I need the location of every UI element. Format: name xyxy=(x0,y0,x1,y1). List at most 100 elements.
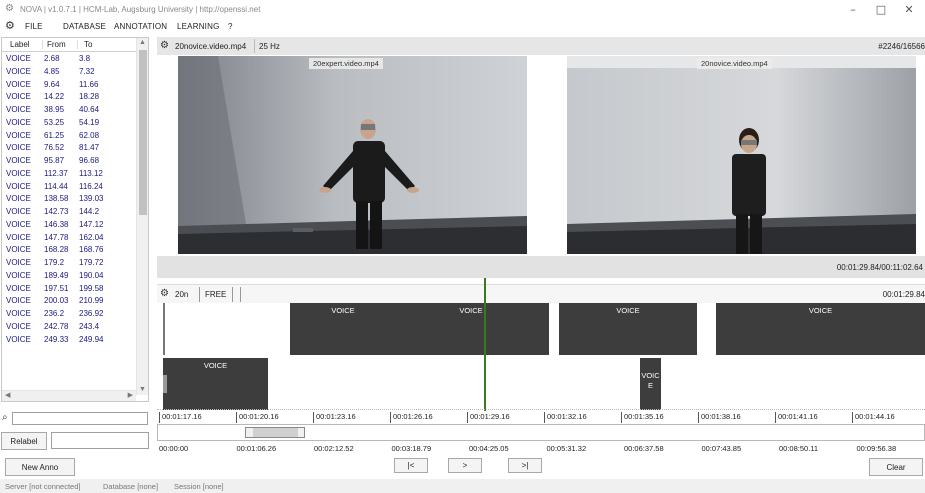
list-item[interactable]: VOICE 249.33 249.94 xyxy=(2,334,136,347)
list-item[interactable]: VOICE 197.51 199.58 xyxy=(2,283,136,296)
list-item[interactable]: VOICE 53.25 54.19 xyxy=(2,117,136,130)
list-item[interactable]: VOICE 4.85 7.32 xyxy=(2,66,136,79)
close-button[interactable]: ✕ xyxy=(896,1,922,18)
list-item[interactable]: VOICE 242.78 243.4 xyxy=(2,321,136,334)
list-item[interactable]: VOICE 168.28 168.76 xyxy=(2,244,136,257)
settings-gear-icon[interactable]: ⚙ xyxy=(5,20,15,33)
list-item[interactable]: VOICE 38.95 40.64 xyxy=(2,104,136,117)
ruler-tick-label: 00:01:20.16 xyxy=(236,412,279,423)
list-item[interactable]: VOICE 146.38 147.12 xyxy=(2,219,136,232)
annotation-to: 236.92 xyxy=(79,309,104,318)
list-item[interactable]: VOICE 189.49 190.04 xyxy=(2,270,136,283)
relabel-button[interactable]: Relabel xyxy=(1,432,47,450)
media-settings-gear-icon[interactable]: ⚙ xyxy=(160,39,169,52)
jump-end-button[interactable]: >| xyxy=(508,458,542,473)
overview-tick-label: 00:06:37.58 xyxy=(624,444,664,453)
list-item[interactable]: VOICE 76.52 81.47 xyxy=(2,142,136,155)
menu-help[interactable]: ? xyxy=(228,22,233,31)
annotation-from: 197.51 xyxy=(44,283,69,293)
menu-database[interactable]: DATABASE xyxy=(63,22,106,31)
list-item[interactable]: VOICE 14.22 18.28 xyxy=(2,91,136,104)
annotation-label: VOICE xyxy=(6,334,31,344)
tier-settings-gear-icon[interactable]: ⚙ xyxy=(160,287,169,300)
annotation-list[interactable]: Label From To VOICE 2.68 3.8 VOICE 4.85 7.32 V… xyxy=(1,37,149,402)
clear-button[interactable]: Clear xyxy=(869,458,923,476)
annotation-to: 54.19 xyxy=(79,117,100,127)
annotation-from: 61.25 xyxy=(44,130,65,140)
annotation-from: 38.95 xyxy=(44,105,65,114)
timeline-overview[interactable] xyxy=(157,424,925,441)
annotation-list-rows: VOICE 2.68 3.8 VOICE 4.85 7.32 VOICE 9.64 11.66 V… xyxy=(2,53,136,346)
ruler-tick-label: 00:01:44.16 xyxy=(852,412,895,423)
annotation-segment[interactable]: VOICE xyxy=(163,358,268,410)
list-item[interactable]: VOICE 236.2 236.92 xyxy=(2,308,136,321)
annotation-segment[interactable]: VOICE xyxy=(716,303,925,355)
menu-file[interactable]: FILE xyxy=(25,22,43,31)
column-header-label[interactable]: Label xyxy=(10,40,30,49)
annotation-segment[interactable]: VOICE xyxy=(290,303,396,355)
annotation-label: VOICE xyxy=(6,321,31,331)
annotation-label: VOICE xyxy=(6,54,31,63)
list-item[interactable]: VOICE 61.25 62.08 xyxy=(2,130,136,143)
list-horizontal-scrollbar[interactable]: ◀ ▶ xyxy=(2,390,136,401)
title-bar: ⚙ NOVA | v1.0.7.1 | HCM-Lab, Augsburg Un… xyxy=(0,0,925,19)
annotation-label: VOICE xyxy=(6,79,31,89)
annotation-label: VOICE xyxy=(6,270,31,280)
list-item[interactable]: VOICE 147.78 162.04 xyxy=(2,232,136,245)
list-item[interactable]: VOICE 200.03 210.99 xyxy=(2,295,136,308)
annotation-from: 249.33 xyxy=(44,334,69,344)
list-item[interactable]: VOICE 112.37 113.12 xyxy=(2,168,136,181)
list-item[interactable]: VOICE 9.64 11.66 xyxy=(2,79,136,92)
scroll-left-icon[interactable]: ◀ xyxy=(5,391,10,399)
annotation-to: 147.12 xyxy=(79,219,104,229)
new-anno-button[interactable]: New Anno xyxy=(5,458,75,476)
media-sample-rate: 25 Hz xyxy=(259,42,280,51)
list-item[interactable]: VOICE 142.73 144.2 xyxy=(2,206,136,219)
annotation-segment[interactable]: VOICE xyxy=(393,303,549,355)
overview-view-window-thumb[interactable] xyxy=(253,428,298,437)
list-item[interactable]: VOICE 95.87 96.68 xyxy=(2,155,136,168)
scroll-up-icon[interactable]: ▲ xyxy=(139,39,146,46)
list-item[interactable]: VOICE 179.2 179.72 xyxy=(2,257,136,270)
list-item[interactable]: VOICE 2.68 3.8 xyxy=(2,53,136,66)
menu-learning[interactable]: LEARNING xyxy=(177,22,220,31)
scroll-down-icon[interactable]: ▼ xyxy=(139,386,146,393)
video-expert[interactable]: 20expert.video.mp4 xyxy=(178,56,527,254)
column-header-from[interactable]: From xyxy=(42,40,66,49)
annotation-segment[interactable]: VOICE xyxy=(559,303,697,355)
annotation-to: 7.32 xyxy=(79,66,95,76)
time-ruler[interactable]: 00:01:17.16 00:01:20.16 00:01:23.16 00:01:2… xyxy=(157,409,925,423)
annotation-label: VOICE xyxy=(6,283,31,293)
video-novice[interactable]: 20novice.video.mp4 xyxy=(567,56,916,254)
annotation-to: 162.04 xyxy=(79,232,104,242)
menu-annotation[interactable]: ANNOTATION xyxy=(114,22,167,31)
relabel-input[interactable] xyxy=(51,432,149,449)
annotation-track[interactable]: VOICE VOICE VOICE VOICE VOICE VOIC E xyxy=(157,303,925,410)
annotation-segment[interactable]: VOIC E xyxy=(640,358,661,410)
annotation-label: VOICE xyxy=(6,92,31,102)
maximize-button[interactable]: □ xyxy=(868,1,894,18)
play-button[interactable]: > xyxy=(448,458,482,473)
annotation-to: 139.03 xyxy=(79,194,104,204)
list-vertical-scrollbar[interactable]: ▲ ▼ xyxy=(136,38,148,395)
minimize-button[interactable]: – xyxy=(840,1,866,18)
annotation-to: 81.47 xyxy=(79,143,100,153)
playback-cursor[interactable] xyxy=(484,278,486,411)
scrollbar-thumb[interactable] xyxy=(139,50,147,215)
video-expert-frame xyxy=(178,56,527,254)
video-progress-bar[interactable]: 00:01:29.84/00:11:02.64 xyxy=(157,256,925,278)
annotation-label: VOICE xyxy=(6,309,31,318)
annotation-to: 199.58 xyxy=(79,283,104,293)
annotation-from: 147.78 xyxy=(44,232,69,242)
search-input[interactable] xyxy=(12,412,148,425)
list-item[interactable]: VOICE 114.44 116.24 xyxy=(2,181,136,194)
menu-bar: ⚙ FILE DATABASE ANNOTATION LEARNING ? xyxy=(0,19,925,35)
scroll-right-icon[interactable]: ▶ xyxy=(128,391,133,399)
annotation-to: 168.76 xyxy=(79,245,104,255)
column-header-to[interactable]: To xyxy=(77,40,92,49)
jump-start-button[interactable]: |< xyxy=(394,458,428,473)
list-item[interactable]: VOICE 138.58 139.03 xyxy=(2,193,136,206)
annotation-label: VOICE xyxy=(6,296,31,306)
annotation-label: VOICE xyxy=(6,66,31,76)
annotation-to: 113.12 xyxy=(79,168,103,178)
